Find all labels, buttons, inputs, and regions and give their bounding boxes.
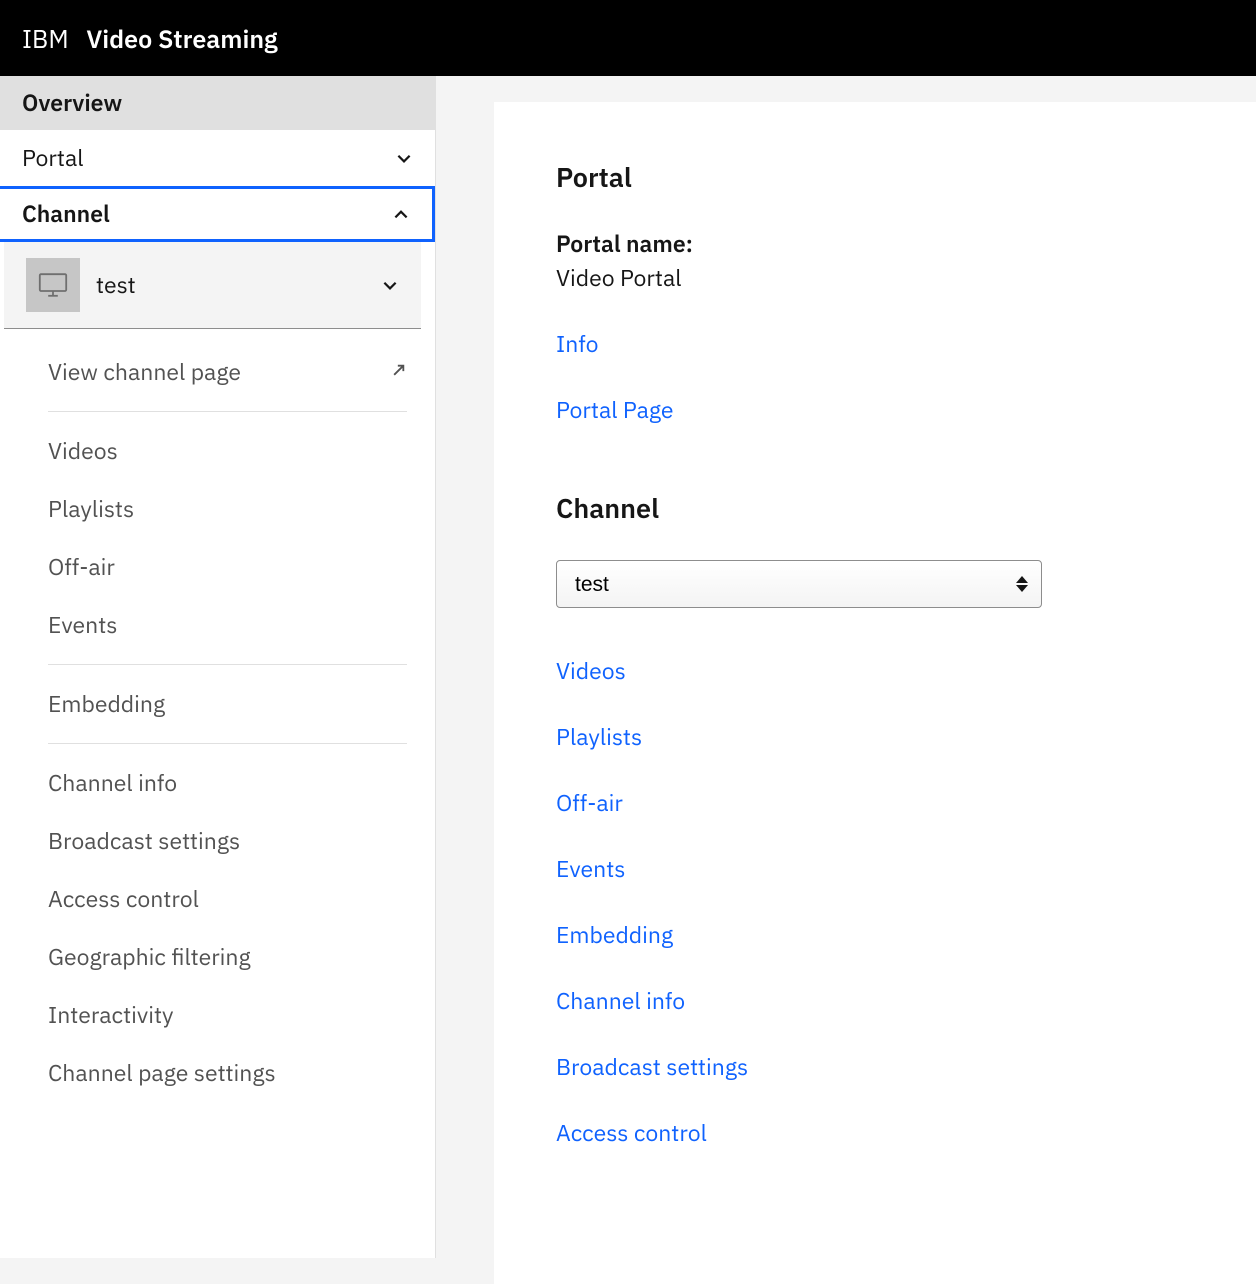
divider	[48, 743, 407, 744]
nav-label: Channel	[22, 199, 110, 229]
sub-label: Embedding	[48, 689, 165, 719]
sidebar-item-embedding[interactable]: Embedding	[48, 675, 423, 733]
channel-links: Videos Playlists Off-air Events Embeddin…	[556, 656, 1194, 1148]
sub-label: Interactivity	[48, 1000, 174, 1030]
sidebar-item-channel-info[interactable]: Channel info	[48, 754, 423, 812]
sub-label: Geographic filtering	[48, 942, 251, 972]
sidebar-item-geographic-filtering[interactable]: Geographic filtering	[48, 928, 423, 986]
portal-name-field: Portal name: Video Portal	[556, 229, 1194, 293]
link-portal-page[interactable]: Portal Page	[556, 395, 1194, 425]
sidebar-item-channel[interactable]: Channel	[0, 186, 435, 242]
sub-label: Access control	[48, 884, 199, 914]
sidebar-item-portal[interactable]: Portal	[0, 130, 435, 186]
link-events[interactable]: Events	[556, 854, 1194, 884]
sub-label: View channel page	[48, 357, 241, 387]
sub-label: Playlists	[48, 494, 134, 524]
divider	[48, 411, 407, 412]
sub-label: Off-air	[48, 552, 115, 582]
link-access-control[interactable]: Access control	[556, 1118, 1194, 1148]
brand-prefix: IBM	[22, 22, 69, 55]
link-playlists[interactable]: Playlists	[556, 722, 1194, 752]
sidebar: Overview Portal Channel test View	[0, 76, 436, 1258]
portal-name-label: Portal name:	[556, 229, 1194, 259]
sidebar-item-channel-page-settings[interactable]: Channel page settings	[48, 1044, 423, 1102]
sidebar-item-off-air[interactable]: Off-air	[48, 538, 423, 596]
sidebar-item-events[interactable]: Events	[48, 596, 423, 654]
sidebar-item-view-channel-page[interactable]: View channel page	[48, 343, 423, 401]
portal-name-value: Video Portal	[556, 263, 1194, 293]
sub-label: Channel info	[48, 768, 177, 798]
main-area: Portal Portal name: Video Portal Info Po…	[436, 76, 1256, 1258]
sub-label: Channel page settings	[48, 1058, 276, 1088]
brand: IBM Video Streaming	[22, 22, 278, 55]
sidebar-item-videos[interactable]: Videos	[48, 422, 423, 480]
external-link-icon	[385, 361, 407, 383]
link-embedding[interactable]: Embedding	[556, 920, 1194, 950]
link-broadcast-settings[interactable]: Broadcast settings	[556, 1052, 1194, 1082]
sidebar-item-broadcast-settings[interactable]: Broadcast settings	[48, 812, 423, 870]
portal-links: Info Portal Page	[556, 329, 1194, 425]
main-panel: Portal Portal name: Video Portal Info Po…	[494, 102, 1256, 1284]
chevron-down-icon	[395, 149, 413, 167]
link-channel-info[interactable]: Channel info	[556, 986, 1194, 1016]
link-off-air[interactable]: Off-air	[556, 788, 1194, 818]
chevron-up-icon	[392, 205, 410, 223]
channel-submenu: View channel page Videos Playlists Off-a…	[0, 329, 435, 1102]
sidebar-item-interactivity[interactable]: Interactivity	[48, 986, 423, 1044]
nav-label: Overview	[22, 88, 122, 118]
sub-label: Broadcast settings	[48, 826, 240, 856]
channel-selector-label: test	[96, 270, 365, 300]
channel-heading: Channel	[556, 491, 1194, 526]
monitor-icon	[26, 258, 80, 312]
nav-label: Portal	[22, 143, 84, 173]
portal-heading: Portal	[556, 160, 1194, 195]
link-info[interactable]: Info	[556, 329, 1194, 359]
channel-selector[interactable]: test	[4, 242, 421, 329]
header: IBM Video Streaming	[0, 0, 1256, 76]
channel-select[interactable]: test	[556, 560, 1042, 608]
link-videos[interactable]: Videos	[556, 656, 1194, 686]
sidebar-item-overview[interactable]: Overview	[0, 76, 435, 130]
divider	[48, 664, 407, 665]
chevron-down-icon	[381, 276, 399, 294]
brand-name: Video Streaming	[86, 22, 277, 55]
channel-select-wrap: test	[556, 560, 1042, 608]
sub-label: Events	[48, 610, 118, 640]
sidebar-item-access-control[interactable]: Access control	[48, 870, 423, 928]
sub-label: Videos	[48, 436, 118, 466]
sidebar-item-playlists[interactable]: Playlists	[48, 480, 423, 538]
